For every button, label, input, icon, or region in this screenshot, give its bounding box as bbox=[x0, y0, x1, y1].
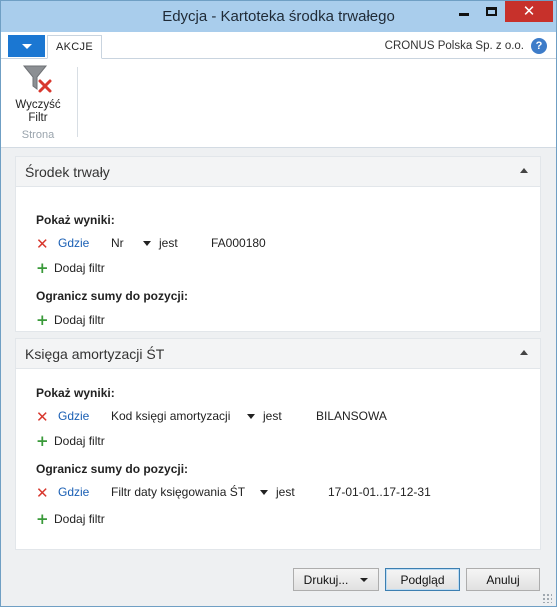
ribbon-panel: Wyczyść Filtr Strona bbox=[1, 59, 556, 148]
add-filter-label: Dodaj filtr bbox=[54, 434, 105, 448]
where-link[interactable]: Gdzie bbox=[58, 409, 89, 423]
print-button-label: Drukuj... bbox=[303, 572, 349, 587]
cancel-button-label: Anuluj bbox=[486, 572, 520, 587]
filter-value[interactable]: FA000180 bbox=[211, 236, 266, 250]
filter-row: ✕ Gdzie Kod księgi amortyzacji jest BILA… bbox=[36, 409, 536, 425]
section-title: Środek trwały bbox=[25, 164, 110, 180]
clear-filter-label-2: Filtr bbox=[28, 112, 48, 124]
ribbon-group-label: Strona bbox=[21, 129, 55, 141]
dropdown-arrow-icon[interactable] bbox=[247, 414, 255, 419]
filter-operator: jest bbox=[159, 236, 178, 250]
filter-field-select[interactable]: Kod księgi amortyzacji bbox=[111, 409, 230, 423]
limit-totals-label: Ogranicz sumy do pozycji: bbox=[36, 462, 189, 476]
filter-value[interactable]: 17-01-01..17-12-31 bbox=[328, 485, 431, 499]
ribbon-tab-bar: AKCJE CRONUS Polska Sp. z o.o. ? bbox=[1, 32, 556, 59]
add-filter-label: Dodaj filtr bbox=[54, 313, 105, 327]
filter-field-select[interactable]: Nr bbox=[111, 236, 124, 250]
plus-icon: + bbox=[36, 311, 49, 329]
resize-grip-icon[interactable] bbox=[542, 593, 552, 603]
collapse-icon[interactable] bbox=[520, 168, 528, 173]
add-filter-label: Dodaj filtr bbox=[54, 512, 105, 526]
preview-button-label: Podgląd bbox=[400, 572, 445, 587]
filter-field-select[interactable]: Filtr daty księgowania ŚT bbox=[111, 485, 245, 499]
maximize-icon bbox=[486, 7, 497, 16]
dropdown-arrow-icon[interactable] bbox=[143, 241, 151, 246]
plus-icon: + bbox=[36, 259, 49, 277]
filter-operator: jest bbox=[276, 485, 295, 499]
filter-content: Środek trwały Pokaż wyniki: ✕ Gdzie Nr j… bbox=[1, 148, 556, 560]
company-name: CRONUS Polska Sp. z o.o. bbox=[384, 40, 524, 52]
section-header[interactable]: Środek trwały bbox=[16, 157, 540, 187]
remove-filter-icon[interactable]: ✕ bbox=[36, 485, 50, 501]
collapse-icon[interactable] bbox=[520, 350, 528, 355]
preview-button[interactable]: Podgląd bbox=[385, 568, 460, 591]
title-bar[interactable]: Edycja - Kartoteka środka trwałego ✕ bbox=[1, 1, 556, 32]
tab-akcje[interactable]: AKCJE bbox=[47, 35, 102, 59]
dropdown-arrow-icon[interactable] bbox=[260, 490, 268, 495]
where-link[interactable]: Gdzie bbox=[58, 485, 89, 499]
funnel-clear-icon bbox=[22, 65, 52, 93]
where-link[interactable]: Gdzie bbox=[58, 236, 89, 250]
clear-filter-label-1: Wyczyść bbox=[15, 99, 61, 111]
minimize-button[interactable] bbox=[450, 1, 478, 22]
filter-value[interactable]: BILANSOWA bbox=[316, 409, 387, 423]
filter-row: ✕ Gdzie Nr jest FA000180 bbox=[36, 236, 536, 252]
remove-filter-icon[interactable]: ✕ bbox=[36, 409, 50, 425]
section-header[interactable]: Księga amortyzacji ŚT bbox=[16, 339, 540, 369]
ribbon-group-divider bbox=[77, 67, 78, 137]
dialog-window: Edycja - Kartoteka środka trwałego ✕ AKC… bbox=[0, 0, 557, 607]
limit-totals-label: Ogranicz sumy do pozycji: bbox=[36, 289, 189, 303]
close-icon: ✕ bbox=[522, 2, 536, 20]
plus-icon: + bbox=[36, 510, 49, 528]
clear-filter-button[interactable]: Wyczyść Filtr bbox=[9, 61, 67, 127]
chevron-down-icon bbox=[21, 43, 32, 49]
dialog-footer: Drukuj... Podgląd Anuluj bbox=[1, 560, 556, 606]
help-icon[interactable]: ? bbox=[531, 38, 547, 54]
chevron-down-icon bbox=[360, 577, 369, 582]
show-results-label: Pokaż wyniki: bbox=[36, 213, 115, 227]
filter-row: ✕ Gdzie Filtr daty księgowania ŚT jest 1… bbox=[36, 485, 536, 501]
app-menu-button[interactable] bbox=[8, 35, 45, 57]
section-depreciation-book: Księga amortyzacji ŚT Pokaż wyniki: ✕ Gd… bbox=[15, 338, 541, 550]
print-button[interactable]: Drukuj... bbox=[293, 568, 379, 591]
filter-operator: jest bbox=[263, 409, 282, 423]
remove-filter-icon[interactable]: ✕ bbox=[36, 236, 50, 252]
section-fixed-asset: Środek trwały Pokaż wyniki: ✕ Gdzie Nr j… bbox=[15, 156, 541, 332]
cancel-button[interactable]: Anuluj bbox=[466, 568, 540, 591]
minimize-icon bbox=[459, 13, 469, 16]
section-title: Księga amortyzacji ŚT bbox=[25, 346, 165, 362]
add-filter-label: Dodaj filtr bbox=[54, 261, 105, 275]
plus-icon: + bbox=[36, 432, 49, 450]
show-results-label: Pokaż wyniki: bbox=[36, 386, 115, 400]
close-button[interactable]: ✕ bbox=[505, 1, 553, 22]
maximize-button[interactable] bbox=[478, 1, 505, 22]
